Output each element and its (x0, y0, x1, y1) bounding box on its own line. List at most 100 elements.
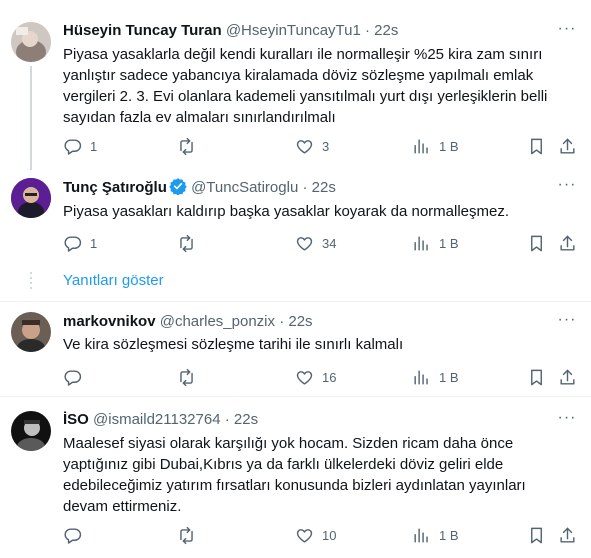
tweet-header: Tunç Şatıroğlu @TuncSatiroglu · 22s (63, 177, 336, 198)
views-icon (412, 234, 431, 253)
reply-icon (63, 234, 82, 253)
retweet-icon (177, 526, 196, 545)
separator-dot: · (302, 179, 308, 196)
like-button[interactable]: 10 (295, 525, 336, 545)
share-icon (558, 526, 577, 545)
more-icon[interactable]: ··· (557, 312, 577, 333)
retweet-button[interactable] (177, 367, 204, 387)
action-bar: 1 3 1 B (63, 136, 579, 156)
verified-badge-icon (169, 178, 187, 195)
views-count: 1 B (439, 369, 459, 385)
views-button[interactable]: 1 B (412, 525, 459, 545)
retweet-icon (177, 234, 196, 253)
reply-count: 1 (90, 138, 98, 154)
like-button[interactable]: 3 (295, 136, 329, 156)
author-name[interactable]: Tunç Şatıroğlu (63, 179, 167, 196)
thread-connector (30, 66, 32, 170)
reply-count: 1 (90, 235, 98, 251)
views-count: 1 B (439, 138, 459, 154)
more-icon[interactable]: ··· (557, 410, 577, 431)
timestamp[interactable]: 22s (234, 411, 258, 428)
tweet-text: Piyasa yasakları kaldırıp başka yasaklar… (63, 203, 510, 220)
separator-dot: · (224, 411, 230, 428)
bookmark-button[interactable] (527, 136, 546, 156)
retweet-button[interactable] (177, 525, 204, 545)
views-icon (412, 526, 431, 545)
tweet-header: Hüseyin Tuncay Turan @HseyinTuncayTu1 · … (63, 21, 398, 41)
like-count: 16 (322, 369, 337, 385)
like-count: 34 (322, 235, 337, 251)
author-handle[interactable]: @TuncSatiroglu (191, 179, 298, 196)
avatar[interactable] (11, 178, 51, 218)
retweet-button[interactable] (177, 233, 204, 253)
reply-icon (63, 368, 82, 387)
reply-icon (63, 137, 82, 156)
separator-dot: · (365, 22, 370, 39)
action-bar: 16 1 B (63, 367, 579, 387)
author-handle[interactable]: @HseyinTuncayTu1 (226, 22, 361, 39)
author-handle[interactable]: @charles_ponzix (160, 313, 275, 330)
show-replies-link[interactable]: Yanıtları göster (63, 272, 164, 289)
views-icon (412, 368, 431, 387)
author-name[interactable]: markovnikov (63, 313, 156, 330)
timestamp[interactable]: 22s (288, 313, 312, 330)
share-icon (558, 137, 577, 156)
more-icon[interactable]: ··· (557, 21, 577, 42)
tweet-text: Maalesef siyasi olarak karşılığı yok hoc… (63, 435, 526, 515)
action-bar: 1 34 1 B (63, 233, 579, 253)
more-icon[interactable]: ··· (557, 177, 577, 198)
like-button[interactable]: 16 (295, 367, 336, 387)
bookmark-icon (527, 137, 546, 156)
retweet-icon (177, 137, 196, 156)
tweet[interactable]: Tunç Şatıroğlu @TuncSatiroglu · 22s ··· … (0, 170, 591, 260)
bookmark-icon (527, 234, 546, 253)
timestamp[interactable]: 22s (374, 22, 398, 39)
like-button[interactable]: 34 (295, 233, 336, 253)
avatar[interactable] (11, 22, 51, 62)
action-bar: 10 1 B (63, 525, 579, 545)
tweet-header: markovnikov @charles_ponzix · 22s (63, 312, 313, 332)
avatar[interactable] (11, 411, 51, 451)
like-count: 3 (322, 138, 330, 154)
thread-more-dots (30, 272, 32, 292)
separator-dot: · (279, 313, 285, 330)
bookmark-button[interactable] (527, 525, 546, 545)
bookmark-button[interactable] (527, 367, 546, 387)
tweet[interactable]: İSO @ismaild21132764 · 22s ··· Maalesef … (0, 397, 591, 558)
share-button[interactable] (558, 367, 577, 387)
like-icon (295, 137, 314, 156)
share-icon (558, 234, 577, 253)
share-button[interactable] (558, 525, 577, 545)
tweet[interactable]: markovnikov @charles_ponzix · 22s ··· Ve… (0, 302, 591, 396)
author-handle[interactable]: @ismaild21132764 (93, 411, 221, 428)
views-count: 1 B (439, 527, 459, 543)
reply-button[interactable]: 1 (63, 136, 97, 156)
bookmark-icon (527, 526, 546, 545)
like-icon (295, 234, 314, 253)
tweet-text: Ve kira sözleşmesi sözleşme tarihi ile s… (63, 336, 404, 353)
views-button[interactable]: 1 B (412, 136, 459, 156)
timestamp[interactable]: 22s (312, 179, 336, 196)
tweet-text: Piyasa yasaklarla değil kendi kuralları … (63, 46, 548, 126)
bookmark-button[interactable] (527, 233, 546, 253)
reply-button[interactable] (63, 367, 90, 387)
like-count: 10 (322, 527, 337, 543)
share-icon (558, 368, 577, 387)
views-button[interactable]: 1 B (412, 233, 459, 253)
like-icon (295, 526, 314, 545)
avatar[interactable] (11, 312, 51, 352)
views-icon (412, 137, 431, 156)
author-name[interactable]: İSO (63, 411, 89, 428)
reply-button[interactable] (63, 525, 90, 545)
retweet-button[interactable] (177, 136, 204, 156)
reply-icon (63, 526, 82, 545)
bookmark-icon (527, 368, 546, 387)
share-button[interactable] (558, 136, 577, 156)
views-button[interactable]: 1 B (412, 367, 459, 387)
author-name[interactable]: Hüseyin Tuncay Turan (63, 22, 222, 39)
views-count: 1 B (439, 235, 459, 251)
tweet[interactable]: Hüseyin Tuncay Turan @HseyinTuncayTu1 · … (0, 0, 591, 170)
retweet-icon (177, 368, 196, 387)
reply-button[interactable]: 1 (63, 233, 97, 253)
share-button[interactable] (558, 233, 577, 253)
